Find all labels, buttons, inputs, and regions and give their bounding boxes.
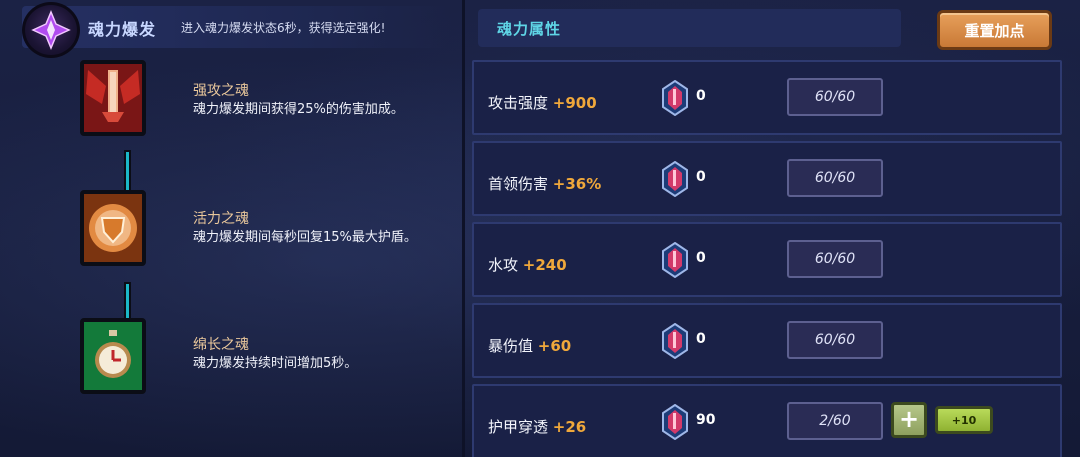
- soul-burst-title: 魂力爆发: [88, 20, 157, 39]
- attribute-name: 首领伤害: [488, 175, 549, 193]
- gem-count: 0: [696, 250, 706, 266]
- gem-count: 0: [696, 88, 706, 104]
- attribute-name: 水攻: [488, 256, 519, 274]
- stopwatch-icon: [80, 318, 146, 394]
- soul-connector: [124, 282, 131, 322]
- add-point-button[interactable]: +: [891, 402, 927, 438]
- attribute-level: 60/60: [787, 240, 883, 278]
- add-ten-points-button[interactable]: +10: [935, 406, 993, 434]
- attribute-bonus: +60: [537, 337, 572, 355]
- attribute-row: 水攻 +240 0 60/60: [472, 222, 1062, 297]
- winged-sword-icon: [80, 60, 146, 136]
- gem-count: 90: [696, 412, 716, 428]
- attribute-row: 首领伤害 +36% 0 60/60: [472, 141, 1062, 216]
- reset-points-button[interactable]: 重置加点: [937, 10, 1052, 50]
- soul-gem-icon: [662, 323, 688, 359]
- attribute-name: 攻击强度: [488, 94, 549, 112]
- attribute-level: 60/60: [787, 159, 883, 197]
- soul-description: 魂力爆发期间每秒回复15%最大护盾。: [193, 230, 417, 245]
- attribute-bonus: +240: [522, 256, 567, 274]
- soul-description: 魂力爆发持续时间增加5秒。: [193, 356, 358, 371]
- attribute-bonus: +36%: [552, 175, 602, 193]
- attribute-level: 2/60: [787, 402, 883, 440]
- attribute-bonus: +26: [552, 418, 587, 436]
- attribute-bonus: +900: [552, 94, 597, 112]
- attribute-row: 攻击强度 +900 0 60/60: [472, 60, 1062, 135]
- attribute-level: 60/60: [787, 78, 883, 116]
- soul-item-endurance[interactable]: 绵长之魂 魂力爆发持续时间增加5秒。: [80, 318, 460, 414]
- soul-description: 魂力爆发期间获得25%的伤害加成。: [193, 102, 404, 117]
- attribute-row: 护甲穿透 +26 90 2/60 + +10: [472, 384, 1062, 457]
- shield-emblem-icon: [80, 190, 146, 266]
- soul-gem-icon: [662, 80, 688, 116]
- soul-burst-description: 进入魂力爆发状态6秒，获得选定强化!: [181, 21, 386, 35]
- soul-gem-icon: [662, 404, 688, 440]
- crystal-star-icon: [31, 10, 71, 50]
- gem-count: 0: [696, 331, 706, 347]
- soul-burst-badge: [22, 2, 80, 58]
- attribute-name: 暴伤值: [488, 337, 534, 355]
- panel-divider: [462, 0, 465, 457]
- gem-count: 0: [696, 169, 706, 185]
- soul-gem-icon: [662, 242, 688, 278]
- attribute-level: 60/60: [787, 321, 883, 359]
- attribute-name: 护甲穿透: [488, 418, 549, 436]
- soul-gem-icon: [662, 161, 688, 197]
- soul-item-vitality[interactable]: 活力之魂 魂力爆发期间每秒回复15%最大护盾。: [80, 190, 460, 288]
- soul-name: 绵长之魂: [193, 337, 249, 353]
- soul-item-strike[interactable]: 强攻之魂 魂力爆发期间获得25%的伤害加成。: [80, 60, 460, 160]
- attribute-row: 暴伤值 +60 0 60/60: [472, 303, 1062, 378]
- soul-name: 活力之魂: [193, 211, 249, 227]
- soul-attributes-title: 魂力属性: [497, 20, 562, 38]
- soul-name: 强攻之魂: [193, 83, 249, 99]
